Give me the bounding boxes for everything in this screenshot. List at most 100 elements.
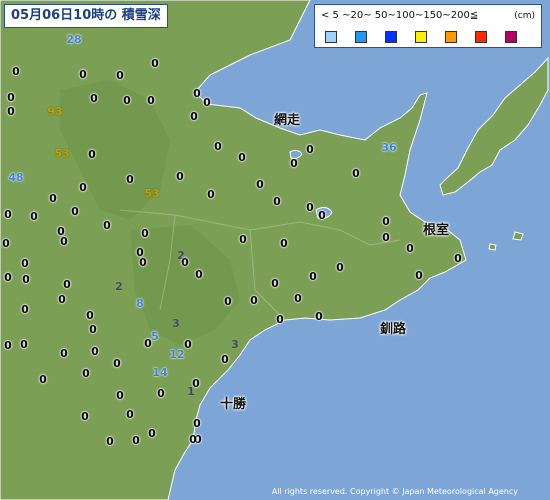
station-value: 0 [113, 357, 121, 370]
station-value: 2 [115, 280, 123, 293]
station-value: 0 [20, 338, 28, 351]
station-value: 0 [382, 215, 390, 228]
station-value: 0 [79, 181, 87, 194]
station-value: 0 [238, 151, 246, 164]
station-value: 0 [126, 408, 134, 421]
station-value: 0 [352, 167, 360, 180]
station-value: 36 [381, 141, 397, 154]
legend-swatch-ge200 [505, 31, 517, 43]
station-value: 0 [250, 294, 258, 307]
station-value: 0 [454, 252, 462, 265]
islet [488, 243, 497, 251]
station-value: 0 [276, 313, 284, 326]
station-value: 3 [231, 338, 239, 351]
station-value: 0 [81, 410, 89, 423]
station-value: 0 [4, 208, 12, 221]
station-value: 0 [2, 237, 10, 250]
station-value: 0 [63, 278, 71, 291]
station-value: 3 [172, 317, 180, 330]
station-value: 0 [224, 295, 232, 308]
station-value: 0 [176, 170, 184, 183]
station-value: 0 [193, 417, 201, 430]
islet [512, 231, 524, 241]
station-value: 0 [88, 148, 96, 161]
station-value: 0 [336, 261, 344, 274]
station-value: 0 [91, 345, 99, 358]
station-value: 93 [47, 105, 63, 118]
station-value: 0 [4, 339, 12, 352]
station-value: 0 [60, 347, 68, 360]
station-value: 0 [86, 309, 94, 322]
legend-swatch-150-200 [475, 31, 487, 43]
station-value: 0 [30, 210, 38, 223]
station-value: 53 [144, 187, 160, 200]
station-value: 0 [116, 389, 124, 402]
map-title: 05月06日10時の 積雪深 [4, 4, 168, 28]
station-value: 0 [12, 65, 20, 78]
station-value: 0 [148, 427, 156, 440]
station-value: 0 [189, 433, 197, 446]
station-value: 0 [136, 246, 144, 259]
station-value: 0 [273, 195, 281, 208]
station-value: 0 [203, 96, 211, 109]
station-value: 48 [8, 171, 24, 184]
station-value: 0 [415, 269, 423, 282]
station-value: 0 [39, 373, 47, 386]
station-value: 0 [256, 178, 264, 191]
legend-unit-label: (cm) [514, 11, 535, 21]
station-value: 0 [181, 256, 189, 269]
station-value: 0 [280, 237, 288, 250]
station-value: 0 [90, 92, 98, 105]
place-label-nemuro: 根室 [423, 223, 450, 238]
station-value: 0 [315, 310, 323, 323]
station-value: 0 [309, 270, 317, 283]
station-value: 0 [58, 293, 66, 306]
station-value: 0 [22, 273, 30, 286]
station-value: 0 [89, 323, 97, 336]
station-value: 0 [294, 292, 302, 305]
station-value: 0 [190, 110, 198, 123]
station-value: 0 [193, 87, 201, 100]
station-value: 28 [66, 33, 82, 46]
station-value: 0 [157, 387, 165, 400]
station-value: 0 [184, 338, 192, 351]
station-value: 0 [132, 434, 140, 447]
station-value: 0 [207, 188, 215, 201]
station-value: 0 [71, 205, 79, 218]
station-value: 0 [126, 173, 134, 186]
station-value: 0 [306, 143, 314, 156]
legend-swatch-lt5 [325, 31, 337, 43]
station-value: 0 [60, 235, 68, 248]
station-value: 0 [147, 94, 155, 107]
station-value: 0 [106, 435, 114, 448]
station-value: 0 [306, 201, 314, 214]
snow-depth-map: 05月06日10時の 積雪深 < 5 ~20~ 50~100~150~200≦ … [0, 0, 550, 500]
hokkaido-landmass [0, 0, 467, 500]
station-value: 0 [4, 271, 12, 284]
station-value: 0 [318, 209, 326, 222]
station-value: 0 [141, 227, 149, 240]
station-value: 14 [152, 366, 168, 379]
place-label-abashiri: 網走 [274, 113, 301, 128]
station-value: 0 [49, 192, 57, 205]
legend-swatch-100-150 [445, 31, 457, 43]
legend-swatch-50-100 [415, 31, 427, 43]
station-value: 0 [7, 105, 15, 118]
station-value: 0 [239, 233, 247, 246]
station-value: 0 [21, 257, 29, 270]
station-value: 0 [82, 367, 90, 380]
station-value: 0 [271, 277, 279, 290]
place-label-tokachi: 十勝 [220, 397, 247, 412]
kunashiri-island [439, 56, 549, 196]
place-label-kushiro: 釧路 [380, 322, 407, 337]
station-value: 0 [21, 303, 29, 316]
legend-scale-label: < 5 ~20~ 50~100~150~200≦ [321, 10, 479, 21]
copyright-notice: All rights reserved. Copyright © Japan M… [271, 487, 518, 496]
station-value: 1 [187, 385, 195, 398]
station-value: 0 [123, 94, 131, 107]
station-value: 0 [116, 69, 124, 82]
station-value: 0 [103, 219, 111, 232]
station-value: 0 [7, 91, 15, 104]
station-value: 0 [382, 231, 390, 244]
station-value: 0 [79, 68, 87, 81]
